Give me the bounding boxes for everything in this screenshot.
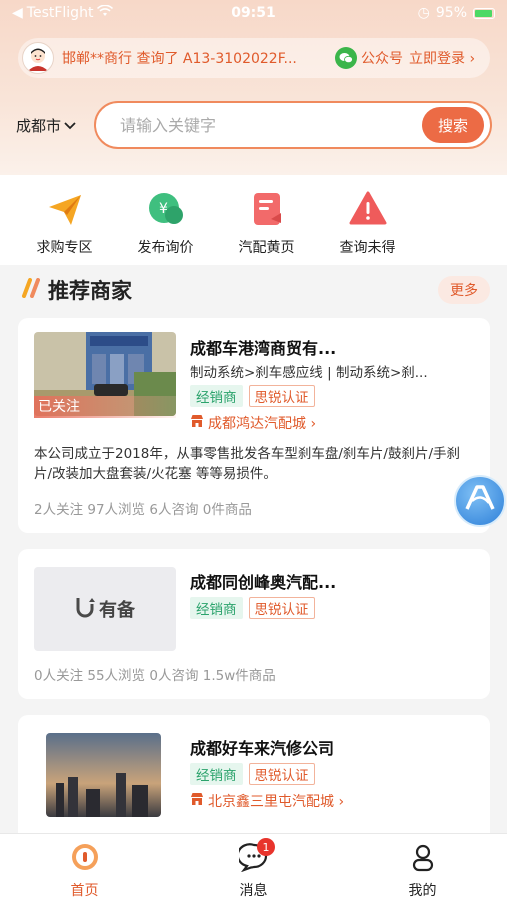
merchant-tags: 经销商 思锐认证 [190,763,315,785]
quick-label: 发布询价 [137,240,194,256]
city-selector[interactable]: 成都市 [16,115,94,136]
home-icon [70,842,100,876]
tab-home[interactable]: 首页 [0,834,169,900]
merchant-stats: 2人关注 97人浏览 6人咨询 0件商品 [34,502,252,518]
merchant-card[interactable]: 有备 成都同创峰奥汽配... 经销商 思锐认证 0人关注 55人浏览 0人咨询 … [18,549,490,699]
section-header: 推荐商家 更多 [18,272,490,308]
status-bar: ◀ TestFlight 09:51 ◷ 95% [0,0,507,26]
quick-label: 求购专区 [36,240,93,256]
price-bubble-icon: ¥ [146,189,186,229]
tab-messages[interactable]: 1 消息 [169,834,338,900]
merchant-stats: 0人关注 55人浏览 0人咨询 1.5w件商品 [34,668,276,684]
certified-tag: 思锐认证 [248,597,315,619]
query-notice-bar[interactable]: 邯郸**商行 查询了 A13-3102022F... 公众号 立即登录 › [18,38,490,78]
quick-label: 查询未得 [339,240,396,256]
bottom-tabbar: 首页 1 消息 我的 [0,833,507,900]
battery-percent: 95% [435,5,467,21]
svg-text:¥: ¥ [159,201,168,217]
chevron-down-icon [64,116,76,134]
quick-item-notfound[interactable]: 查询未得 [317,175,418,265]
merchant-tags: 经销商 思锐认证 [190,597,315,619]
quick-menu: 求购专区 ¥ 发布询价 汽配黄页 查询未得 [0,175,507,265]
followed-label: 已关注 [34,396,176,418]
quick-item-inquiry[interactable]: ¥ 发布询价 [115,175,216,265]
battery-icon [473,7,495,19]
quick-item-purchase[interactable]: 求购专区 [14,175,115,265]
tab-label: 首页 [70,883,99,899]
merchant-description: 本公司成立于2018年，从事零售批发各车型刹车盘/刹车片/鼓刹片/手刹片/改装加… [34,446,461,482]
merchant-name: 成都好车来汽修公司 [190,739,335,758]
city-label: 成都市 [16,116,62,135]
merchant-tags: 经销商 思锐认证 [190,385,315,407]
warning-icon [348,189,388,229]
merchant-category: 制动系统>刹车感应线 | 制动系统>刹... [190,365,428,381]
unread-badge: 1 [257,838,275,856]
certified-tag: 思锐认证 [248,385,315,407]
shop-icon [190,792,204,810]
tab-label: 我的 [408,883,437,899]
quick-label: 汽配黄页 [238,240,295,256]
dealer-tag: 经销商 [190,763,243,785]
official-account-link[interactable]: 公众号 [361,48,403,68]
search-box: 搜索 [94,101,492,149]
wifi-icon [97,4,114,21]
merchant-photo [46,733,161,817]
back-arrow-icon[interactable]: ◀ [12,5,23,21]
document-icon [247,189,287,229]
section-title: 推荐商家 [48,279,132,303]
avatar [22,42,54,74]
mall-name: 成都鸿达汽配城 › [208,416,317,432]
merchant-card[interactable]: 已关注 成都车港湾商贸有... 制动系统>刹车感应线 | 制动系统>刹... 经… [18,318,490,533]
search-button[interactable]: 搜索 [422,107,484,143]
alarm-icon: ◷ [417,5,430,21]
shop-icon [190,414,204,432]
slash-mark-icon [18,278,40,302]
wechat-icon[interactable] [335,47,357,69]
merchant-logo: 有备 [34,567,176,651]
assistant-logo-icon [463,483,497,519]
merchant-mall-link[interactable]: 北京鑫三里屯汽配城 › [190,791,344,811]
tab-label: 消息 [239,883,268,899]
search-input[interactable] [120,115,422,135]
dealer-tag: 经销商 [190,597,243,619]
certified-tag: 思锐认证 [248,763,315,785]
user-icon [408,842,438,876]
paper-plane-icon [45,189,85,229]
notice-text: 邯郸**商行 查询了 A13-3102022F... [62,51,297,67]
merchant-name: 成都同创峰奥汽配... [190,573,337,592]
merchant-card[interactable]: 成都好车来汽修公司 经销商 思锐认证 北京鑫三里屯汽配城 › [18,715,490,845]
merchant-name: 成都车港湾商贸有... [190,339,337,358]
status-time: 09:51 [231,5,276,21]
assistant-float-button[interactable] [454,475,506,527]
brand-u-icon [75,596,95,622]
login-link[interactable]: 立即登录 › [409,48,475,68]
more-button[interactable]: 更多 [438,276,490,304]
search-row: 成都市 搜索 [16,100,492,150]
dealer-tag: 经销商 [190,385,243,407]
quick-item-yellowpages[interactable]: 汽配黄页 [216,175,317,265]
mall-name: 北京鑫三里屯汽配城 › [208,794,345,810]
logo-text: 有备 [99,600,135,621]
carrier-label: TestFlight [26,5,94,21]
merchant-mall-link[interactable]: 成都鸿达汽配城 › [190,413,316,433]
tab-mine[interactable]: 我的 [338,834,507,900]
